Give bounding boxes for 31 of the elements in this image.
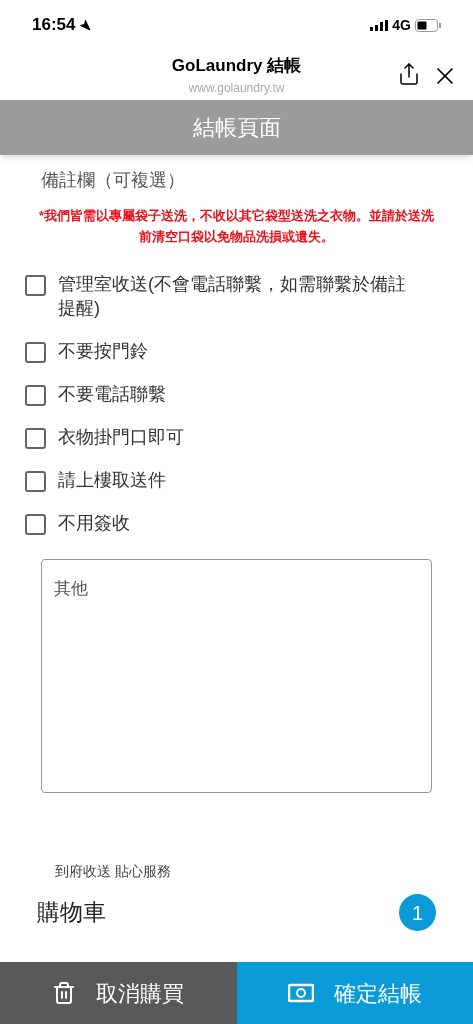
network-label: 4G — [392, 15, 411, 35]
page-title-bar: 結帳頁面 — [0, 100, 473, 155]
checkbox[interactable] — [25, 342, 46, 363]
notes-label: 備註欄（可複選） — [41, 169, 186, 192]
cancel-button[interactable]: 取消購買 — [0, 962, 237, 1024]
option-label: 不要電話聯繫 — [58, 383, 166, 406]
checkbox[interactable] — [25, 471, 46, 492]
checkbox[interactable] — [25, 275, 46, 296]
option-label: 衣物掛門口即可 — [58, 426, 184, 449]
checkbox[interactable] — [25, 514, 46, 535]
signal-icon — [370, 19, 389, 31]
tagline: 到府收送 貼心服務 — [55, 862, 172, 881]
checkbox[interactable] — [25, 428, 46, 449]
browser-url: www.golaundry.tw — [188, 79, 285, 97]
status-time: 16:54 — [32, 14, 76, 37]
location-icon — [79, 19, 92, 31]
other-field[interactable]: 其他 — [41, 559, 432, 793]
warning-text: *我們皆需以專屬袋子送洗，不收以其它袋型送洗之衣物。並請於送洗前清空口袋以免物品洗損或遺失。 — [38, 207, 435, 246]
checkbox[interactable] — [25, 385, 46, 406]
share-button[interactable] — [397, 62, 421, 86]
option-label: 不要按門鈴 — [58, 340, 148, 363]
cash-icon — [287, 982, 314, 1004]
trash-icon — [52, 981, 77, 1005]
share-icon — [397, 62, 421, 86]
battery-icon — [415, 18, 441, 32]
option-label: 不用簽收 — [58, 512, 130, 535]
option-label: 管理室收送(不會電話聯繫，如需聯繫於備註提醒) — [58, 273, 407, 320]
option-label: 請上樓取送件 — [58, 469, 166, 492]
cart-title: 購物車 — [37, 898, 106, 928]
cart-count-badge: 1 — [399, 894, 436, 931]
browser-title: GoLaundry 結帳 — [171, 55, 302, 78]
